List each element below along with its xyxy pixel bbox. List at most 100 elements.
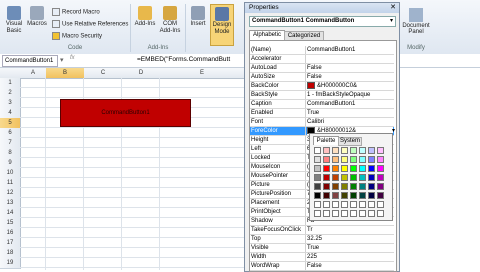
color-swatch[interactable] <box>377 192 384 199</box>
color-swatch[interactable] <box>359 210 366 217</box>
color-swatch[interactable] <box>368 147 375 154</box>
color-swatch[interactable] <box>350 192 357 199</box>
color-swatch[interactable] <box>359 156 366 163</box>
color-swatch[interactable] <box>359 192 366 199</box>
color-swatch[interactable] <box>323 174 330 181</box>
color-swatch[interactable] <box>323 165 330 172</box>
macros-button[interactable]: Macros <box>27 6 47 28</box>
color-swatch[interactable] <box>341 147 348 154</box>
color-swatch[interactable] <box>377 201 384 208</box>
property-value[interactable]: True <box>307 244 393 252</box>
color-swatch[interactable] <box>314 192 321 199</box>
color-swatch[interactable] <box>332 174 339 181</box>
color-swatch[interactable] <box>359 165 366 172</box>
color-swatch[interactable] <box>341 192 348 199</box>
color-swatch[interactable] <box>323 210 330 217</box>
color-swatch[interactable] <box>359 201 366 208</box>
column-header-b[interactable]: B <box>46 68 85 79</box>
column-header-d[interactable]: D <box>122 68 161 79</box>
color-swatch[interactable] <box>341 174 348 181</box>
color-swatch[interactable] <box>350 156 357 163</box>
color-swatch[interactable] <box>350 201 357 208</box>
property-value[interactable]: CommandButton1 <box>307 100 393 108</box>
color-swatch[interactable] <box>332 192 339 199</box>
property-row[interactable]: Top 32.25 <box>250 235 394 244</box>
property-value[interactable]: 225 <box>307 253 393 261</box>
color-swatch[interactable] <box>377 156 384 163</box>
color-swatch[interactable] <box>323 147 330 154</box>
color-swatch[interactable] <box>332 147 339 154</box>
property-value[interactable]: CommandButton1 <box>307 46 393 54</box>
object-selector[interactable]: CommandButton1 CommandButton ▾ <box>249 16 396 27</box>
design-mode-button[interactable]: Design Mode <box>210 4 234 46</box>
property-value[interactable]: True <box>307 109 393 117</box>
column-header-c[interactable]: C <box>84 68 123 79</box>
tab-alphabetic[interactable]: Alphabetic <box>249 30 285 40</box>
color-swatch[interactable] <box>350 183 357 190</box>
tab-system[interactable]: System <box>338 137 362 146</box>
color-swatch[interactable] <box>341 210 348 217</box>
color-swatch[interactable] <box>368 156 375 163</box>
color-swatch[interactable] <box>314 210 321 217</box>
color-swatch[interactable] <box>314 165 321 172</box>
color-swatch[interactable] <box>377 147 384 154</box>
property-value[interactable]: 32.25 <box>307 235 393 243</box>
close-icon[interactable]: ✕ <box>390 3 396 13</box>
property-row[interactable]: Font Calibri <box>250 118 394 127</box>
color-swatch[interactable] <box>323 192 330 199</box>
fx-icon[interactable]: fx <box>70 55 75 61</box>
color-swatch[interactable] <box>368 183 375 190</box>
color-swatch[interactable] <box>377 183 384 190</box>
property-value[interactable]: 1 - fmBackStyleOpaque <box>307 91 393 99</box>
column-header-e[interactable]: E <box>160 68 245 79</box>
column-header-a[interactable]: A <box>20 68 47 79</box>
property-row[interactable]: Accelerator <box>250 55 394 64</box>
color-swatch[interactable] <box>332 201 339 208</box>
color-swatch[interactable] <box>332 156 339 163</box>
color-swatch[interactable] <box>323 156 330 163</box>
color-swatch[interactable] <box>377 174 384 181</box>
color-swatch[interactable] <box>368 174 375 181</box>
color-swatch[interactable] <box>332 183 339 190</box>
color-swatch[interactable] <box>341 156 348 163</box>
color-swatch[interactable] <box>377 165 384 172</box>
color-swatch[interactable] <box>377 210 384 217</box>
color-swatch[interactable] <box>323 183 330 190</box>
property-value[interactable] <box>307 55 393 63</box>
color-swatch[interactable] <box>368 210 375 217</box>
property-row[interactable]: AutoSize False <box>250 73 394 82</box>
property-value[interactable]: Tr <box>307 226 393 234</box>
color-swatch[interactable] <box>359 174 366 181</box>
color-swatch[interactable] <box>350 174 357 181</box>
color-swatch[interactable] <box>368 165 375 172</box>
property-row[interactable]: Caption CommandButton1 <box>250 100 394 109</box>
property-value[interactable]: False <box>307 64 393 72</box>
tab-palette[interactable]: Palette <box>313 136 339 145</box>
color-swatch[interactable] <box>359 147 366 154</box>
document-panel-button[interactable]: Document Panel <box>400 8 432 35</box>
row-header-19[interactable]: 19 <box>0 258 21 269</box>
insert-button[interactable]: Insert <box>188 6 208 28</box>
color-swatch[interactable] <box>314 147 321 154</box>
property-value[interactable]: False <box>307 73 393 81</box>
color-swatch[interactable] <box>332 210 339 217</box>
property-row[interactable]: Visible True <box>250 244 394 253</box>
property-value[interactable]: &H000000C0& <box>307 82 393 90</box>
property-row[interactable]: BackStyle 1 - fmBackStyleOpaque <box>250 91 394 100</box>
macro-security-button[interactable]: Macro Security <box>52 32 102 40</box>
com-addins-button[interactable]: COM Add-Ins <box>158 6 182 35</box>
property-row[interactable]: Width 225 <box>250 253 394 262</box>
color-swatch[interactable] <box>323 201 330 208</box>
color-swatch[interactable] <box>314 201 321 208</box>
color-swatch[interactable] <box>314 183 321 190</box>
property-value[interactable]: False <box>307 262 393 270</box>
property-row[interactable]: TakeFocusOnClick Tr <box>250 226 394 235</box>
visual-basic-button[interactable]: Visual Basic <box>4 6 24 35</box>
color-swatch[interactable] <box>350 210 357 217</box>
color-swatch[interactable] <box>341 201 348 208</box>
command-button[interactable]: CommandButton1 <box>60 99 191 127</box>
dropdown-arrow-icon[interactable]: ▾ <box>60 56 64 64</box>
color-swatch[interactable] <box>350 165 357 172</box>
property-value[interactable]: Calibri <box>307 118 393 126</box>
property-row[interactable]: Enabled True <box>250 109 394 118</box>
